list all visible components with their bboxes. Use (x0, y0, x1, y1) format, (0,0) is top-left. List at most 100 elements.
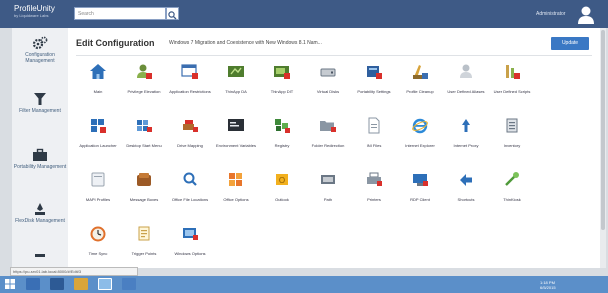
module-tile-environment-variables[interactable]: Environment Variables (215, 117, 257, 165)
module-label: Internet Proxy (453, 143, 479, 148)
taskbar-app-icon[interactable] (122, 278, 136, 290)
status-bar-url: https://pu-srv01.lab.local:8000/#/Edit/3 (10, 267, 138, 276)
trigger-points-icon (138, 226, 150, 241)
sidebar-item-configuration-management[interactable]: Configuration Management (12, 36, 68, 64)
module-tile-user-defined-scripts[interactable]: User Defined Scripts (491, 63, 533, 111)
module-tile-internet-proxy[interactable]: Internet Proxy (445, 117, 487, 165)
module-label: Printers (367, 197, 381, 202)
time-sync-icon (90, 226, 106, 242)
module-label: ThinApp DIT (270, 89, 294, 94)
module-tile-mapi-profiles[interactable]: MAPI Profiles (77, 171, 119, 219)
module-label: Application Restrictions (169, 89, 211, 94)
windows-taskbar: 1:18 PM 6/5/2015 (0, 276, 608, 293)
sidebar-item-label: Portability Management (13, 164, 67, 170)
module-tile-message-boxes[interactable]: Message Boxes (123, 171, 165, 219)
taskbar-file-explorer-icon[interactable] (74, 278, 88, 290)
module-label: Desktop Start Menu (126, 143, 162, 148)
module-tile-path[interactable]: Path (307, 171, 349, 219)
page-scrollbar[interactable] (600, 28, 606, 268)
sidebar: Configuration Management Filter Manageme… (12, 28, 69, 268)
sidebar-item-portability-management[interactable]: Portability Management (12, 148, 68, 170)
module-label: Shortcuts (457, 197, 475, 202)
module-tile-virtual-disks[interactable]: Virtual Disks (307, 63, 349, 111)
application-restrictions-icon (181, 64, 198, 79)
module-tile-user-defined-aliases[interactable]: User Defined Aliases (445, 63, 487, 111)
module-tile-application-launcher[interactable]: Application Launcher (77, 117, 119, 165)
logo-title: ProfileUnity (14, 4, 55, 13)
privilege-elevation-icon (137, 64, 152, 79)
module-tile-internet-explorer[interactable]: Internet Explorer (399, 117, 441, 165)
module-tile-trigger-points[interactable]: Trigger Points (123, 225, 165, 273)
rdp-client-icon (413, 174, 428, 186)
module-tile-rdp-client[interactable]: RDP Client (399, 171, 441, 219)
module-tile-thinapp-dit[interactable]: ThinApp DIT (261, 63, 303, 111)
module-tile-office-options[interactable]: Office Options (215, 171, 257, 219)
windows-start-icon[interactable] (4, 278, 16, 290)
gears-icon (32, 36, 48, 50)
module-tile-profile-cleanup[interactable]: Profile Cleanup (399, 63, 441, 111)
module-label: Virtual Disks (316, 89, 340, 94)
header-divider (76, 55, 592, 56)
module-label: Path (323, 197, 333, 202)
module-tile-ini-files[interactable]: INI Files (353, 117, 395, 165)
more-icon (35, 254, 45, 257)
module-tile-printers[interactable]: Printers (353, 171, 395, 219)
module-label: Profile Cleanup (406, 89, 434, 94)
module-tile-thinkiosk[interactable]: ThinKiosk (491, 171, 533, 219)
system-tray[interactable]: 1:18 PM 6/5/2015 (540, 280, 556, 290)
user-name[interactable]: Administrator (536, 11, 565, 17)
module-label: Message Boxes (129, 197, 159, 202)
module-tile-drive-mapping[interactable]: Drive Mapping (169, 117, 211, 165)
environment-variables-icon (228, 119, 244, 131)
update-button[interactable]: Update (551, 37, 589, 50)
module-label: Environment Variables (216, 143, 256, 148)
module-label: User Defined Scripts (493, 89, 531, 94)
module-tile-application-restrictions[interactable]: Application Restrictions (169, 63, 211, 111)
taskbar-browser-icon[interactable] (98, 278, 112, 290)
module-label: INI Files (366, 143, 382, 148)
module-tile-registry[interactable]: Registry (261, 117, 303, 165)
module-tile-main[interactable]: Main (77, 63, 119, 111)
module-label: Privilege Elevation (127, 89, 161, 94)
sidebar-item-filter-management[interactable]: Filter Management (12, 92, 68, 114)
thinapp-dit-icon (274, 66, 290, 79)
module-tile-windows-options[interactable]: Windows Options (169, 225, 211, 273)
module-label: Registry (274, 143, 290, 148)
module-tile-outlook[interactable]: O Outlook (261, 171, 303, 219)
registry-icon (275, 119, 290, 133)
house-icon (90, 64, 106, 79)
mapi-profiles-icon (91, 172, 105, 187)
module-tile-inventory[interactable]: Inventory (491, 117, 533, 165)
module-tile-desktop-start-menu[interactable]: Desktop Start Menu (123, 117, 165, 165)
shortcuts-icon (460, 174, 472, 186)
path-icon (321, 175, 335, 184)
configuration-name: Windows 7 Migration and Coexistence with… (169, 40, 322, 46)
scrollbar-thumb[interactable] (601, 30, 605, 230)
module-tile-time-sync[interactable]: Time Sync (77, 225, 119, 273)
module-label: Outlook (275, 197, 289, 202)
module-label: ThinKiosk (503, 197, 521, 202)
module-tile-privilege-elevation[interactable]: Privilege Elevation (123, 63, 165, 111)
taskbar-server-manager-icon[interactable] (26, 278, 40, 290)
briefcase-icon (33, 148, 47, 161)
profileunity-logo[interactable]: ProfileUnity by Liquidware Labs (14, 4, 55, 18)
office-file-locations-icon (183, 172, 197, 186)
sidebar-item-flexdisk-management[interactable]: FlexDisk Management (12, 202, 68, 224)
sidebar-item-more[interactable] (12, 252, 68, 260)
internet-proxy-icon (462, 119, 470, 132)
module-tile-thinapp-da[interactable]: ThinApp DA (215, 63, 257, 111)
user-avatar-icon[interactable] (576, 4, 596, 24)
module-label: Inventory (503, 143, 521, 148)
module-tile-portability-settings[interactable]: Portability Settings (353, 63, 395, 111)
module-label: ThinApp DA (225, 89, 247, 94)
search-button[interactable] (166, 7, 179, 20)
search-input[interactable]: Search (74, 7, 166, 20)
module-tile-shortcuts[interactable]: Shortcuts (445, 171, 487, 219)
module-tile-office-file-locations[interactable]: Office File Locations (169, 171, 211, 219)
sidebar-item-label: Configuration Management (25, 52, 55, 64)
sidebar-item-label: Filter Management (19, 108, 61, 114)
module-tile-folder-redirection[interactable]: Folder Redirection (307, 117, 349, 165)
taskbar-powershell-icon[interactable] (50, 278, 64, 290)
user-defined-aliases-icon (460, 64, 472, 78)
virtual-disk-icon (320, 68, 336, 77)
